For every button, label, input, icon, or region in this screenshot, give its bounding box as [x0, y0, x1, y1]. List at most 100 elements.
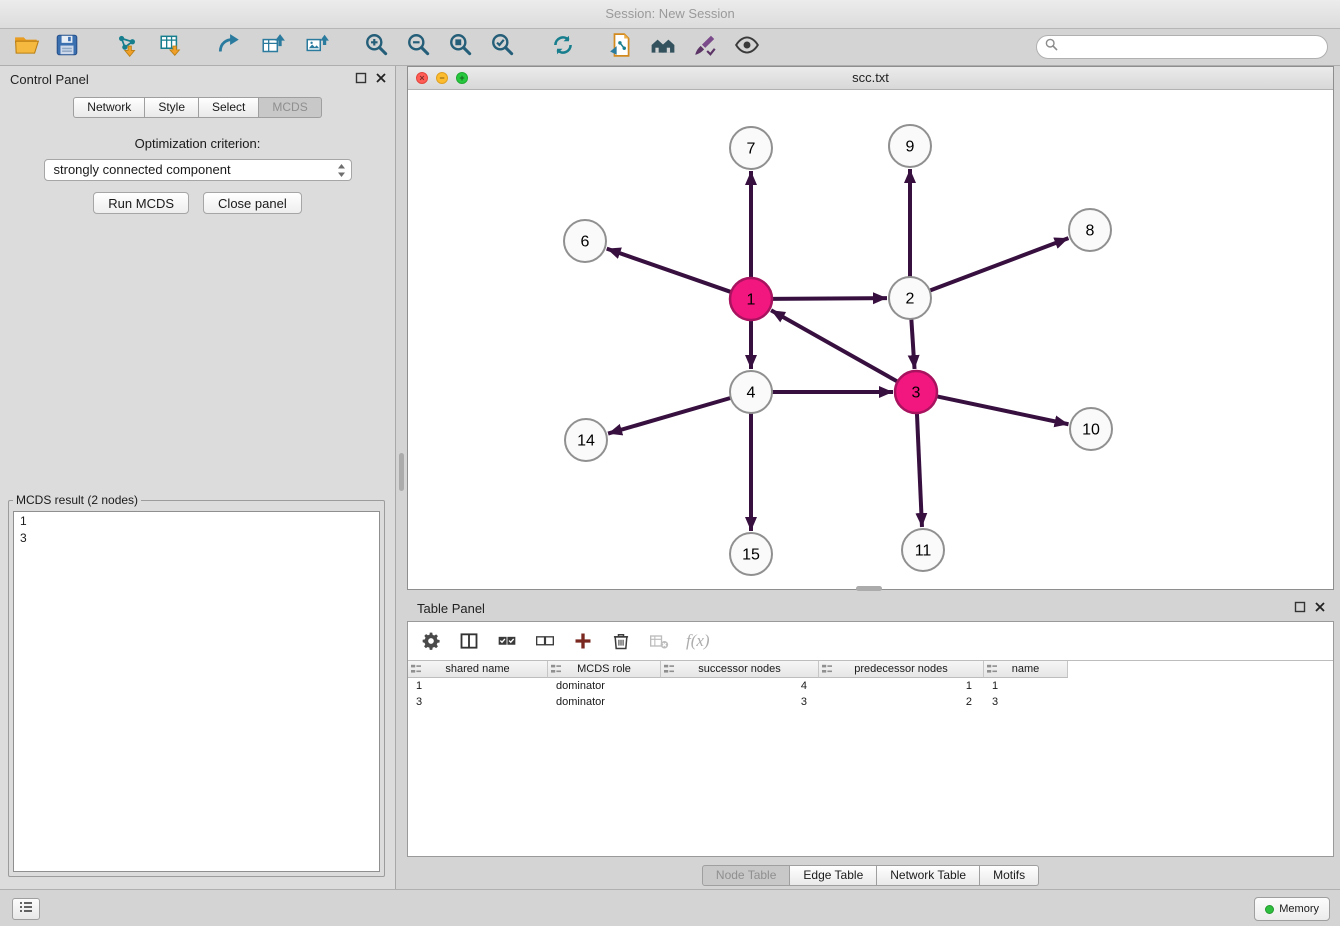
settings-gear-icon[interactable]: [420, 630, 442, 652]
export-table-button[interactable]: [258, 32, 288, 62]
run-mcds-button[interactable]: Run MCDS: [93, 192, 189, 214]
close-panel-icon[interactable]: [1314, 601, 1326, 613]
export-network-button[interactable]: [214, 32, 244, 62]
graph-edge-1-2[interactable]: [772, 298, 887, 299]
splitter-handle-vertical[interactable]: [399, 453, 404, 491]
table-row[interactable]: 3dominator323: [408, 694, 1333, 710]
table-cell[interactable]: 1: [819, 678, 984, 694]
graph-node-6[interactable]: 6: [564, 220, 606, 262]
tab-style[interactable]: Style: [145, 97, 199, 118]
column-header-successor-nodes[interactable]: successor nodes: [661, 661, 819, 678]
close-panel-icon[interactable]: [375, 72, 387, 84]
column-header-name[interactable]: name: [984, 661, 1068, 678]
deselect-all-icon[interactable]: [534, 630, 556, 652]
graph-node-4[interactable]: 4: [730, 371, 772, 413]
import-network-button[interactable]: [112, 32, 142, 62]
mcds-result-item[interactable]: 1: [14, 512, 379, 529]
tab-mcds[interactable]: MCDS: [259, 97, 321, 118]
zoom-in-button[interactable]: [362, 32, 392, 62]
column-visibility-icon[interactable]: [458, 630, 480, 652]
select-all-icon[interactable]: [496, 630, 518, 652]
graph-edge-3-10[interactable]: [937, 396, 1069, 424]
table-cell[interactable]: 3: [408, 694, 548, 710]
mcds-result-list[interactable]: 1 3: [13, 511, 380, 872]
tab-node-table[interactable]: Node Table: [702, 865, 791, 886]
graph-node-7[interactable]: 7: [730, 127, 772, 169]
graph-node-14[interactable]: 14: [565, 419, 607, 461]
table-cell[interactable]: dominator: [548, 694, 661, 710]
column-header-MCDS-role[interactable]: MCDS role: [548, 661, 661, 678]
tab-edge-table[interactable]: Edge Table: [790, 865, 877, 886]
mcds-result-item[interactable]: 3: [14, 529, 379, 546]
search-field[interactable]: [1036, 35, 1328, 59]
refresh-view-button[interactable]: [548, 32, 578, 62]
graph-edge-4-14[interactable]: [608, 398, 731, 434]
zoom-fit-button[interactable]: [446, 32, 476, 62]
task-history-button[interactable]: [12, 898, 40, 920]
graph-node-11[interactable]: 11: [902, 529, 944, 571]
table-cell[interactable]: 1: [984, 678, 1068, 694]
float-panel-icon[interactable]: [355, 72, 367, 84]
table-cell[interactable]: 3: [661, 694, 819, 710]
control-panel-tabs: Network Style Select MCDS: [0, 97, 395, 118]
maximize-window-icon[interactable]: +: [456, 72, 468, 84]
svg-text:7: 7: [747, 141, 756, 158]
tab-motifs[interactable]: Motifs: [980, 865, 1039, 886]
graph-node-2[interactable]: 2: [889, 277, 931, 319]
copy-network-button[interactable]: [606, 32, 636, 62]
graph-edge-2-3[interactable]: [911, 319, 914, 369]
splitter-handle-horizontal[interactable]: [856, 586, 882, 591]
add-row-icon[interactable]: [572, 630, 594, 652]
delete-table-icon[interactable]: [648, 630, 670, 652]
graph-node-10[interactable]: 10: [1070, 408, 1112, 450]
export-image-button[interactable]: [302, 32, 332, 62]
graph-node-3[interactable]: 3: [895, 371, 937, 413]
import-table-button[interactable]: [156, 32, 186, 62]
first-neighbors-button[interactable]: [648, 32, 678, 62]
network-canvas[interactable]: 7 9 6 8 1 2 4 3 14 10 15 11: [408, 90, 1333, 591]
function-builder-icon[interactable]: f(x): [686, 631, 710, 651]
table-row[interactable]: 1dominator411: [408, 678, 1333, 694]
graph-edge-2-8[interactable]: [930, 238, 1069, 290]
open-session-button[interactable]: [12, 32, 42, 62]
apply-style-button[interactable]: [690, 32, 720, 62]
network-window-title: scc.txt: [408, 67, 1333, 89]
column-sort-icon: [411, 664, 421, 674]
table-cell[interactable]: 3: [984, 694, 1068, 710]
control-panel-header: Control Panel: [0, 66, 395, 92]
export-image-icon: [304, 32, 330, 63]
graph-edge-3-11[interactable]: [917, 413, 922, 527]
graph-edge-1-6[interactable]: [607, 249, 731, 292]
table-cell[interactable]: 4: [661, 678, 819, 694]
graph-node-15[interactable]: 15: [730, 533, 772, 575]
tab-select[interactable]: Select: [199, 97, 259, 118]
table-cell[interactable]: dominator: [548, 678, 661, 694]
memory-button[interactable]: Memory: [1254, 897, 1330, 921]
close-window-icon[interactable]: ×: [416, 72, 428, 84]
search-input[interactable]: [1063, 39, 1319, 55]
network-view-window: × − + scc.txt 7 9 6 8 1 2 4 3 14 10 15 11: [407, 66, 1334, 590]
column-header-predecessor-nodes[interactable]: predecessor nodes: [819, 661, 984, 678]
graph-node-1[interactable]: 1: [730, 278, 772, 320]
zoom-selected-button[interactable]: [488, 32, 518, 62]
tab-network[interactable]: Network: [73, 97, 145, 118]
delete-row-icon[interactable]: [610, 630, 632, 652]
table-cell[interactable]: 2: [819, 694, 984, 710]
graph-edge-3-1[interactable]: [771, 310, 898, 381]
main-toolbar: [0, 29, 1340, 66]
show-details-button[interactable]: [732, 32, 762, 62]
criterion-dropdown[interactable]: strongly connected component: [44, 159, 352, 181]
column-header-shared-name[interactable]: shared name: [408, 661, 548, 678]
close-panel-button[interactable]: Close panel: [203, 192, 302, 214]
svg-text:6: 6: [581, 234, 590, 251]
zoom-out-button[interactable]: [404, 32, 434, 62]
graph-node-8[interactable]: 8: [1069, 209, 1111, 251]
float-panel-icon[interactable]: [1294, 601, 1306, 613]
svg-text:10: 10: [1082, 422, 1100, 439]
minimize-window-icon[interactable]: −: [436, 72, 448, 84]
save-session-button[interactable]: [52, 32, 82, 62]
table-cell[interactable]: 1: [408, 678, 548, 694]
graph-node-9[interactable]: 9: [889, 125, 931, 167]
mcds-result-title: MCDS result (2 nodes): [13, 493, 141, 507]
tab-network-table[interactable]: Network Table: [877, 865, 980, 886]
